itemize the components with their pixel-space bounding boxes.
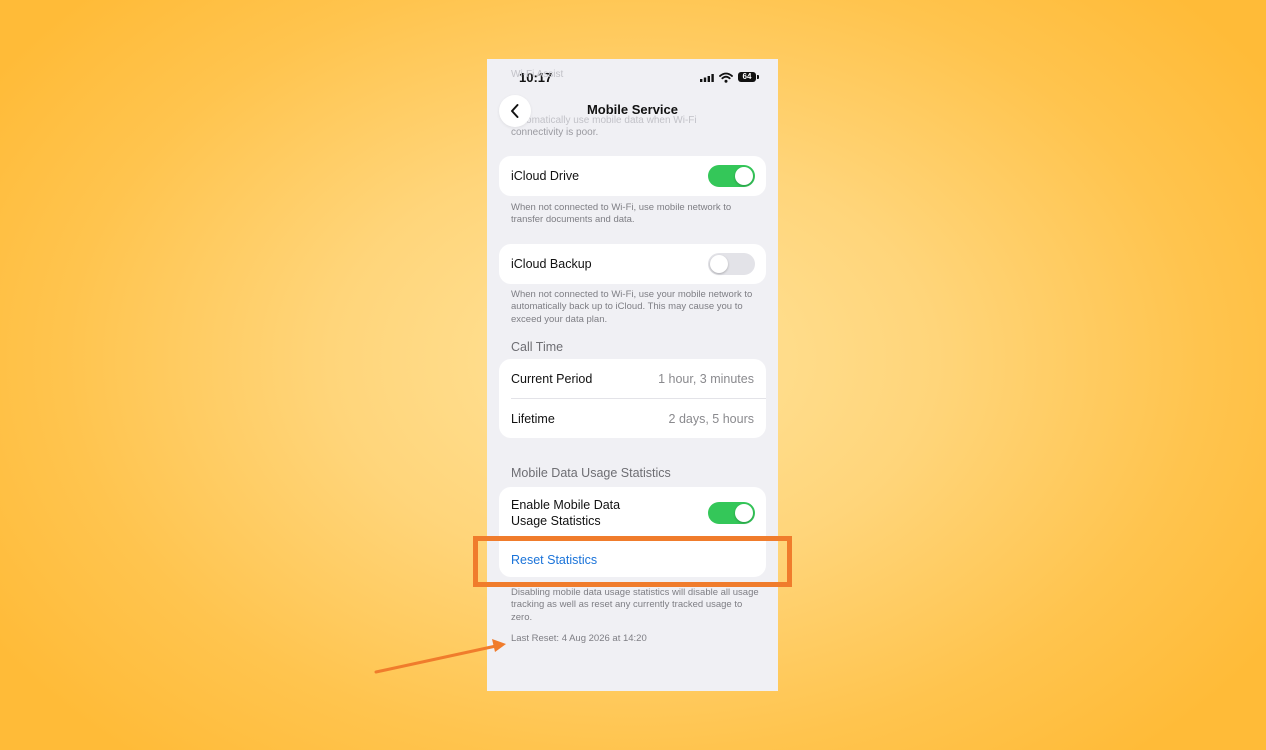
enable-statistics-label-line: Usage Statistics	[511, 514, 601, 528]
icloud-backup-label: iCloud Backup	[511, 257, 592, 271]
last-reset-text: Last Reset: 4 Aug 2026 at 14:20	[511, 633, 647, 644]
faded-footnote-line: connectivity is poor.	[511, 127, 599, 138]
lifetime-label: Lifetime	[511, 412, 555, 426]
page-title: Mobile Service	[586, 102, 679, 117]
icloud-backup-toggle[interactable]	[708, 253, 755, 275]
cellular-signal-icon	[700, 74, 714, 82]
call-time-card: Current Period 1 hour, 3 minutes Lifetim…	[499, 359, 766, 438]
data-usage-header: Mobile Data Usage Statistics	[511, 466, 671, 480]
icloud-drive-toggle[interactable]	[708, 165, 755, 187]
faded-section-title: Wi-Fi Assist	[511, 69, 564, 80]
data-usage-footnote: Disabling mobile data usage statistics w…	[511, 587, 759, 623]
highlight-box	[473, 536, 792, 587]
arrow-icon	[374, 639, 506, 674]
icloud-drive-label: iCloud Drive	[511, 169, 580, 183]
icloud-backup-row: iCloud Backup	[499, 244, 766, 284]
current-period-value: 1 hour, 3 minutes	[658, 372, 754, 386]
current-period-label: Current Period	[511, 372, 593, 386]
icloud-backup-footnote: When not connected to Wi-Fi, use your mo…	[511, 289, 753, 325]
wifi-icon	[719, 72, 733, 83]
row-divider	[511, 398, 766, 399]
call-time-header: Call Time	[511, 340, 564, 354]
enable-statistics-label-line: Enable Mobile Data	[511, 498, 621, 512]
battery-icon: 64	[738, 72, 759, 82]
enable-statistics-toggle[interactable]	[708, 502, 755, 524]
icloud-drive-footnote: When not connected to Wi-Fi, use mobile …	[511, 202, 732, 226]
enable-statistics-label: Enable Mobile Data Usage Statistics	[511, 497, 620, 529]
phone-screen: 10:17 64 Wi-Fi Assist Automatically use …	[487, 59, 778, 691]
battery-level: 64	[742, 72, 752, 81]
icloud-drive-row: iCloud Drive	[499, 156, 766, 196]
lifetime-value: 2 days, 5 hours	[668, 412, 754, 426]
